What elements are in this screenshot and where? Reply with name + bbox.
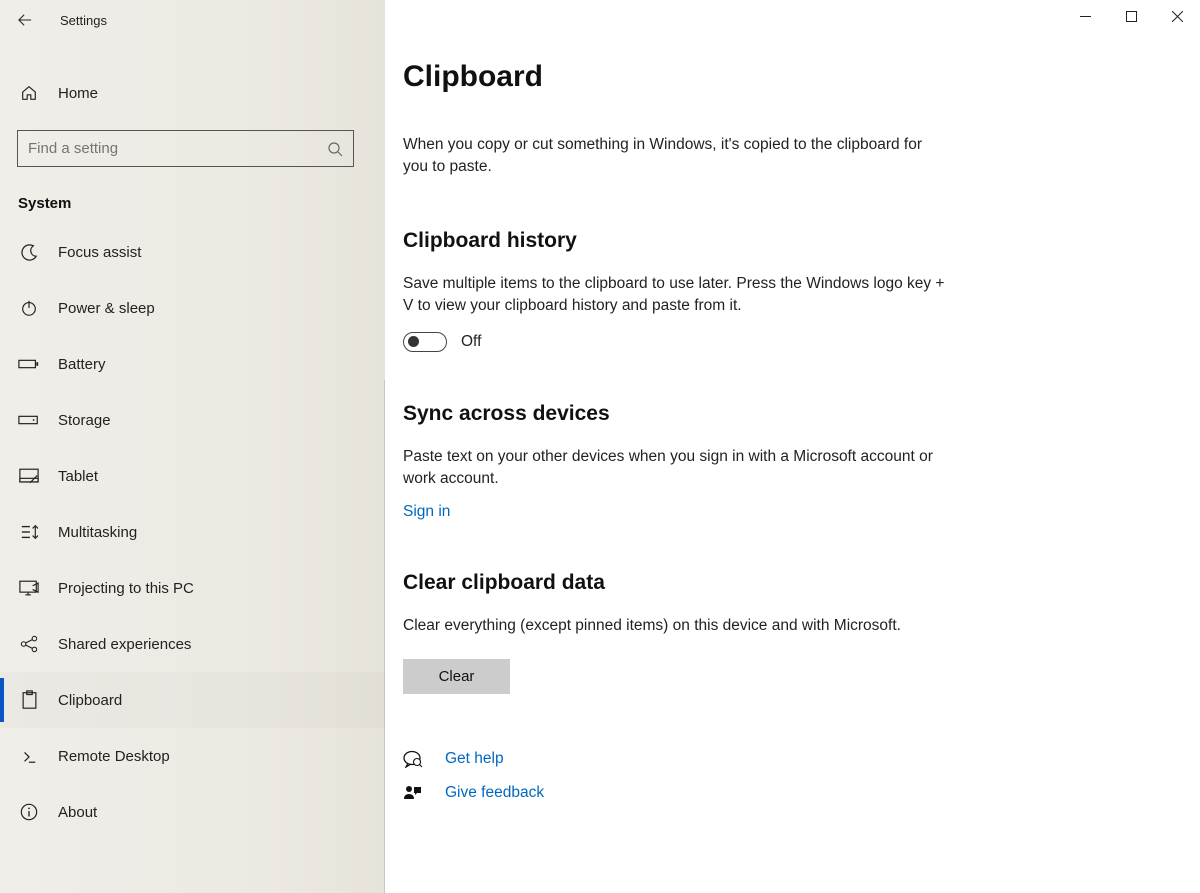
clear-title: Clear clipboard data <box>403 571 945 595</box>
toggle-knob <box>408 336 419 347</box>
sidebar-item-multitasking[interactable]: Multitasking <box>0 504 385 560</box>
clear-button[interactable]: Clear <box>403 659 510 694</box>
sidebar-item-about[interactable]: About <box>0 784 385 840</box>
sidebar-item-label: Battery <box>58 356 106 373</box>
search-input[interactable] <box>28 140 308 157</box>
arrow-left-icon <box>18 13 32 27</box>
sync-desc: Paste text on your other devices when yo… <box>403 446 945 491</box>
sidebar-item-label: Clipboard <box>58 692 122 709</box>
sign-in-link[interactable]: Sign in <box>403 503 450 521</box>
close-button[interactable] <box>1154 0 1200 32</box>
sidebar-item-focus-assist[interactable]: Focus assist <box>0 224 385 280</box>
sidebar-item-label: Tablet <box>58 468 98 485</box>
sidebar-item-tablet[interactable]: Tablet <box>0 448 385 504</box>
minimize-button[interactable] <box>1062 0 1108 32</box>
power-icon <box>18 299 40 317</box>
multitask-icon <box>18 523 40 541</box>
category-label: System <box>0 167 385 224</box>
sidebar-item-remote-desktop[interactable]: Remote Desktop <box>0 728 385 784</box>
sidebar-item-label: About <box>58 804 97 821</box>
minimize-icon <box>1080 11 1091 22</box>
sidebar-item-label: Storage <box>58 412 111 429</box>
home-label: Home <box>58 85 98 102</box>
sidebar-item-label: Power & sleep <box>58 300 155 317</box>
shared-icon <box>18 635 40 653</box>
sidebar: Settings Home System Focus assist Power &… <box>0 0 385 893</box>
remote-icon <box>18 747 40 765</box>
storage-icon <box>18 413 40 427</box>
maximize-button[interactable] <box>1108 0 1154 32</box>
sidebar-item-label: Shared experiences <box>58 636 191 653</box>
page-lead: When you copy or cut something in Window… <box>403 134 945 179</box>
clipboard-icon <box>18 690 40 710</box>
tablet-icon <box>18 468 40 485</box>
main-panel: Clipboard When you copy or cut something… <box>385 0 1200 893</box>
sidebar-item-clipboard[interactable]: Clipboard <box>0 672 385 728</box>
sidebar-item-power-sleep[interactable]: Power & sleep <box>0 280 385 336</box>
back-button[interactable] <box>18 13 32 27</box>
clear-desc: Clear everything (except pinned items) o… <box>403 615 945 637</box>
sync-title: Sync across devices <box>403 402 945 426</box>
close-icon <box>1172 11 1183 22</box>
sidebar-item-projecting-to-this-pc[interactable]: Projecting to this PC <box>0 560 385 616</box>
project-icon <box>18 580 40 597</box>
sidebar-item-label: Multitasking <box>58 524 137 541</box>
sidebar-item-home[interactable]: Home <box>0 68 385 118</box>
sidebar-item-storage[interactable]: Storage <box>0 392 385 448</box>
window-title: Settings <box>60 13 107 28</box>
feedback-icon <box>403 784 423 802</box>
moon-icon <box>18 243 40 262</box>
sidebar-item-label: Focus assist <box>58 244 141 261</box>
page-title: Clipboard <box>403 60 945 94</box>
sidebar-item-battery[interactable]: Battery <box>0 336 385 392</box>
search-input-container[interactable] <box>17 130 354 167</box>
give-feedback-link[interactable]: Give feedback <box>445 784 544 802</box>
home-icon <box>18 84 40 102</box>
history-toggle[interactable] <box>403 332 447 352</box>
history-desc: Save multiple items to the clipboard to … <box>403 273 945 318</box>
sidebar-item-label: Remote Desktop <box>58 748 170 765</box>
search-icon <box>327 141 343 157</box>
about-icon <box>18 803 40 821</box>
help-icon <box>403 750 423 768</box>
window-controls <box>1062 0 1200 32</box>
get-help-link[interactable]: Get help <box>445 750 504 768</box>
battery-icon <box>18 357 40 371</box>
sidebar-item-label: Projecting to this PC <box>58 580 194 597</box>
history-title: Clipboard history <box>403 229 945 253</box>
history-toggle-label: Off <box>461 333 481 351</box>
maximize-icon <box>1126 11 1137 22</box>
sidebar-item-shared-experiences[interactable]: Shared experiences <box>0 616 385 672</box>
